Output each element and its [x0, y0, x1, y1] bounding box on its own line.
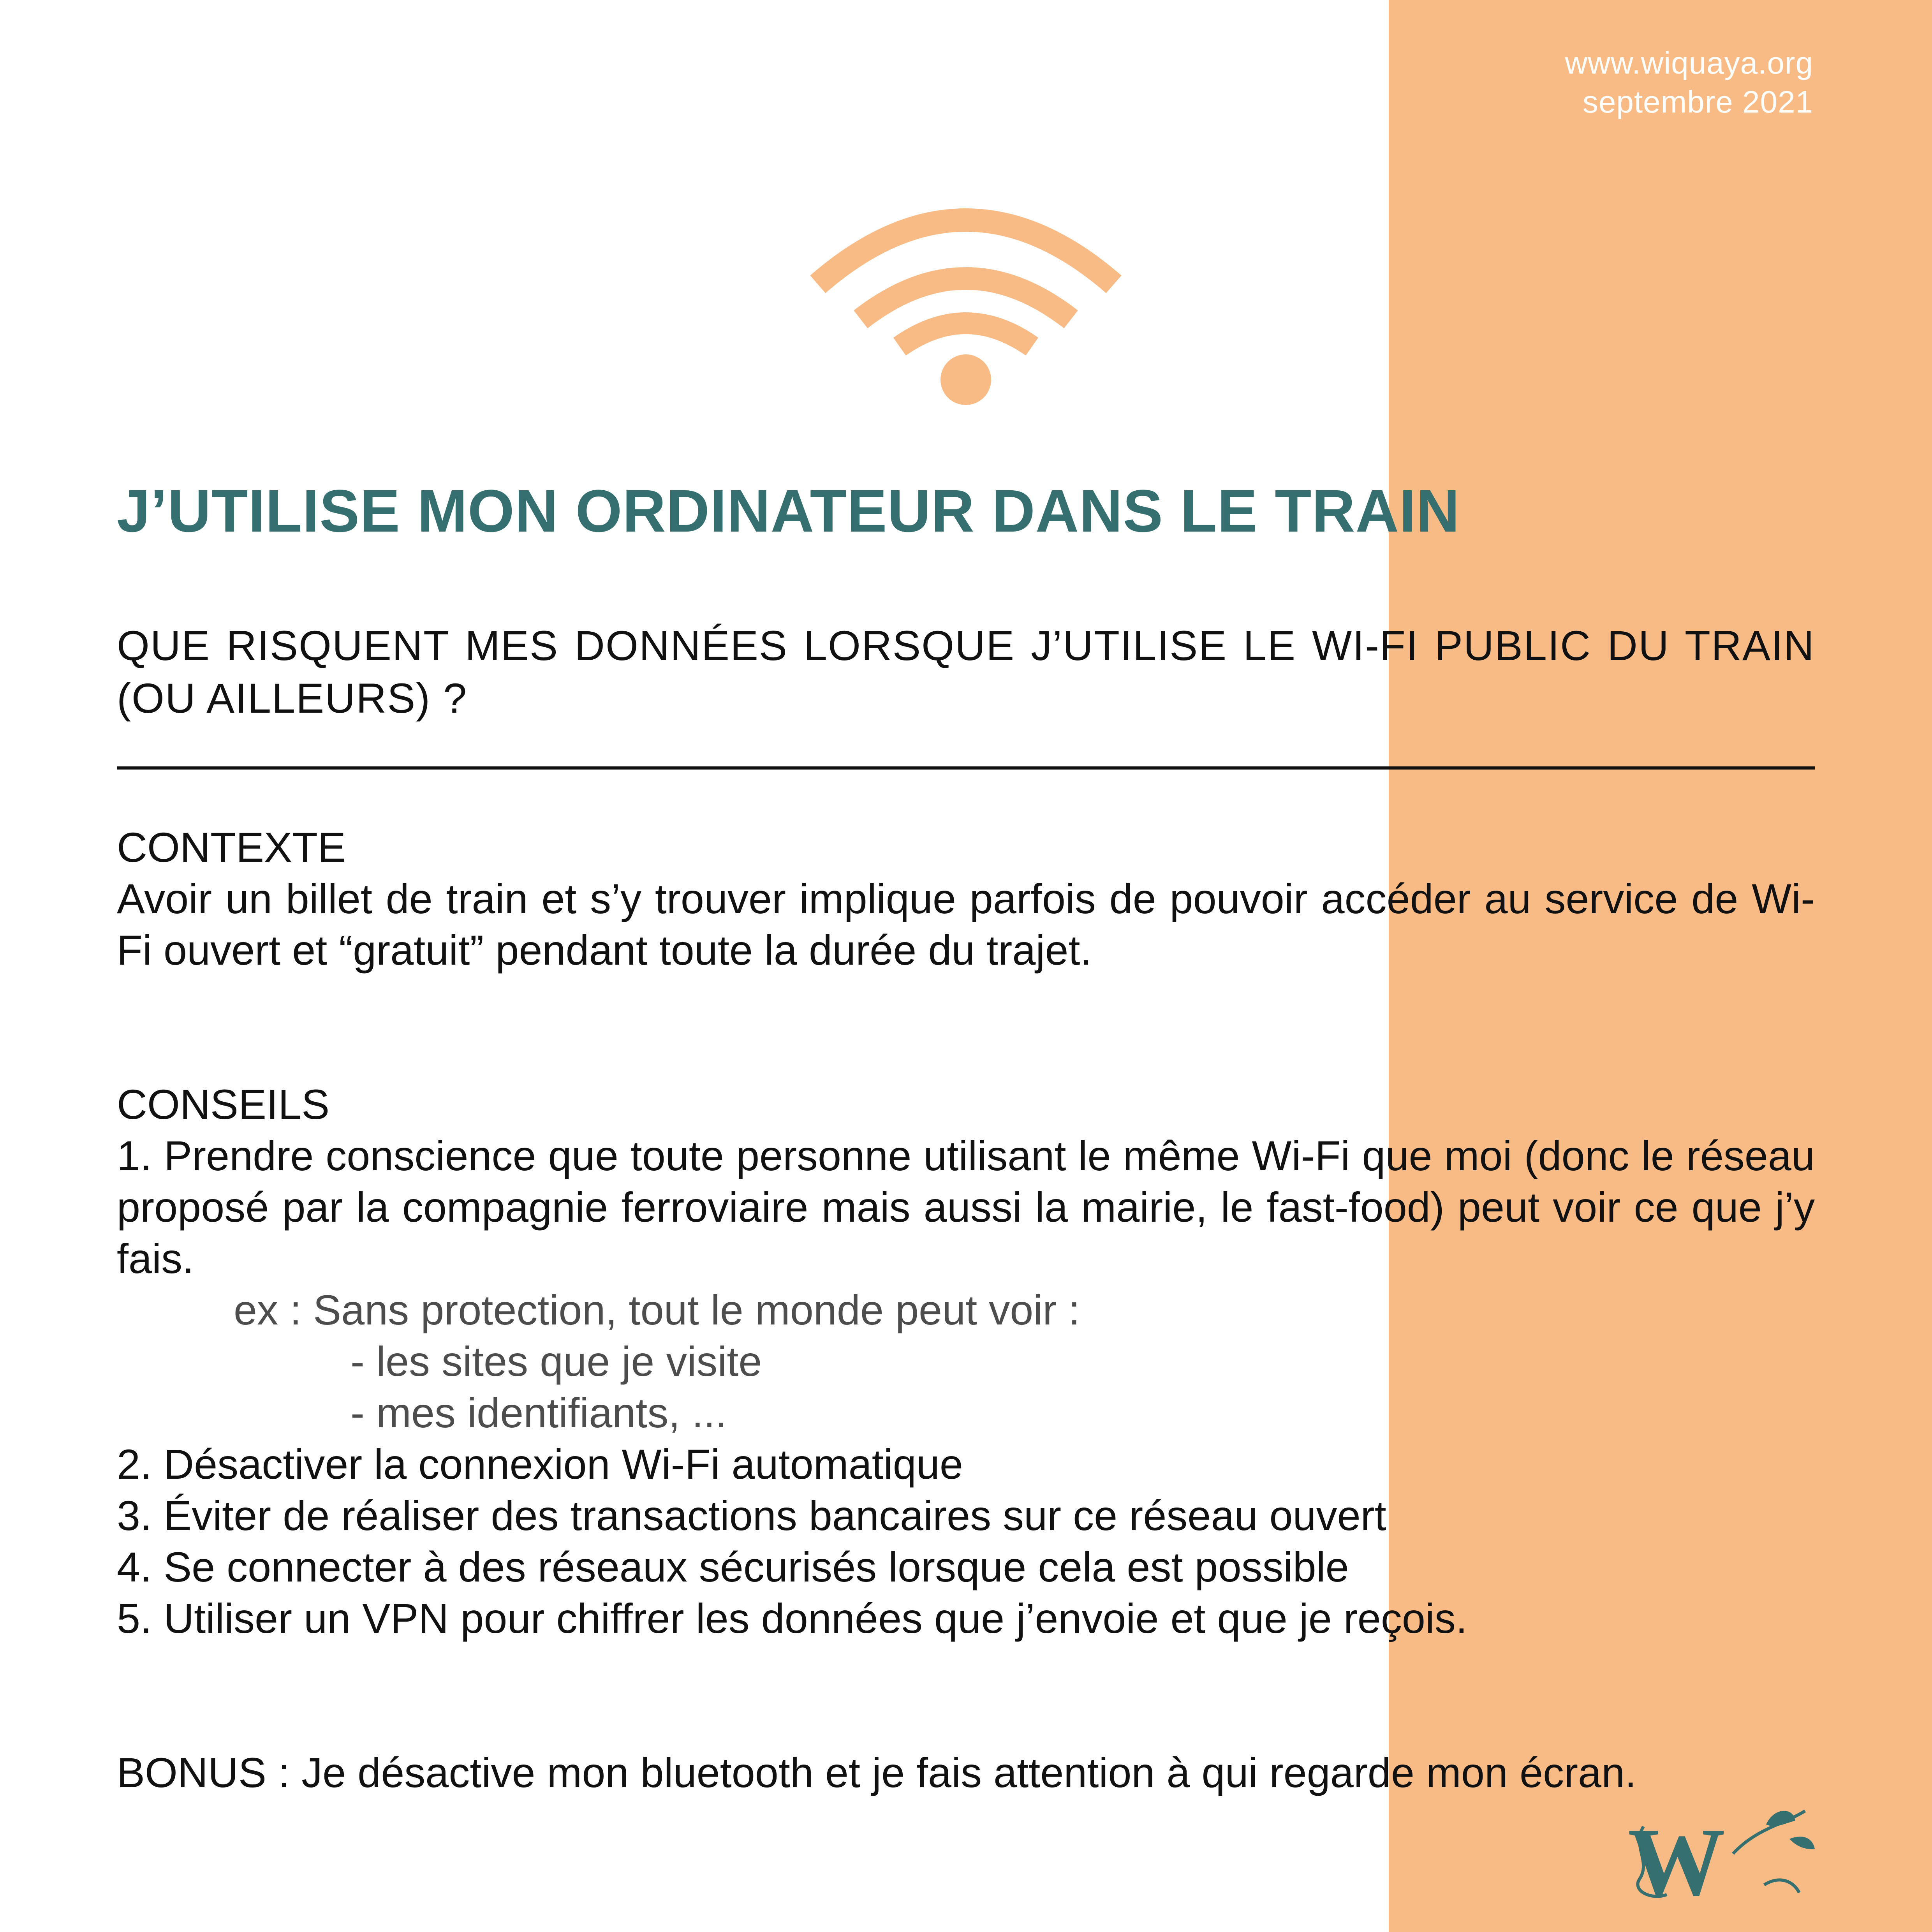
conseil-item-1: 1. Prendre conscience que toute personne… [117, 1132, 1815, 1282]
website-url: www.wiquaya.org [1565, 46, 1813, 80]
conseil-item-4: 4. Se connecter à des réseaux sécurisés … [117, 1543, 1349, 1590]
wiquaya-logo: W [1628, 1808, 1815, 1912]
conseil-item-5: 5. Utiliser un VPN pour chiffrer les don… [117, 1595, 1467, 1642]
example-intro: ex : Sans protection, tout le monde peut… [234, 1286, 1080, 1333]
contexte-text: Avoir un billet de train et s’y trouver … [117, 875, 1815, 974]
publication-date: septembre 2021 [1582, 85, 1813, 119]
example-item: - mes identifiants, ... [350, 1389, 727, 1436]
bonus-text: BONUS : Je désactive mon bluetooth et je… [117, 1749, 1637, 1796]
contexte-heading: CONTEXTE [117, 824, 346, 871]
example-item: - les sites que je visite [350, 1338, 762, 1385]
conseils-heading: CONSEILS [117, 1081, 330, 1128]
section-divider [117, 766, 1815, 770]
content-body: CONTEXTE Avoir un billet de train et s’y… [117, 822, 1815, 1798]
header-meta: www.wiquaya.org septembre 2021 [1565, 44, 1814, 122]
page-title: J’UTILISE MON ORDINATEUR DANS LE TRAIN [117, 477, 1460, 544]
conseil-item-2: 2. Désactiver la connexion Wi-Fi automat… [117, 1441, 963, 1488]
conseil-item-3: 3. Éviter de réaliser des transactions b… [117, 1492, 1386, 1539]
question-text: QUE RISQUENT MES DONNÉES LORSQUE J’UTILI… [117, 622, 1815, 722]
wifi-icon [810, 208, 1122, 405]
